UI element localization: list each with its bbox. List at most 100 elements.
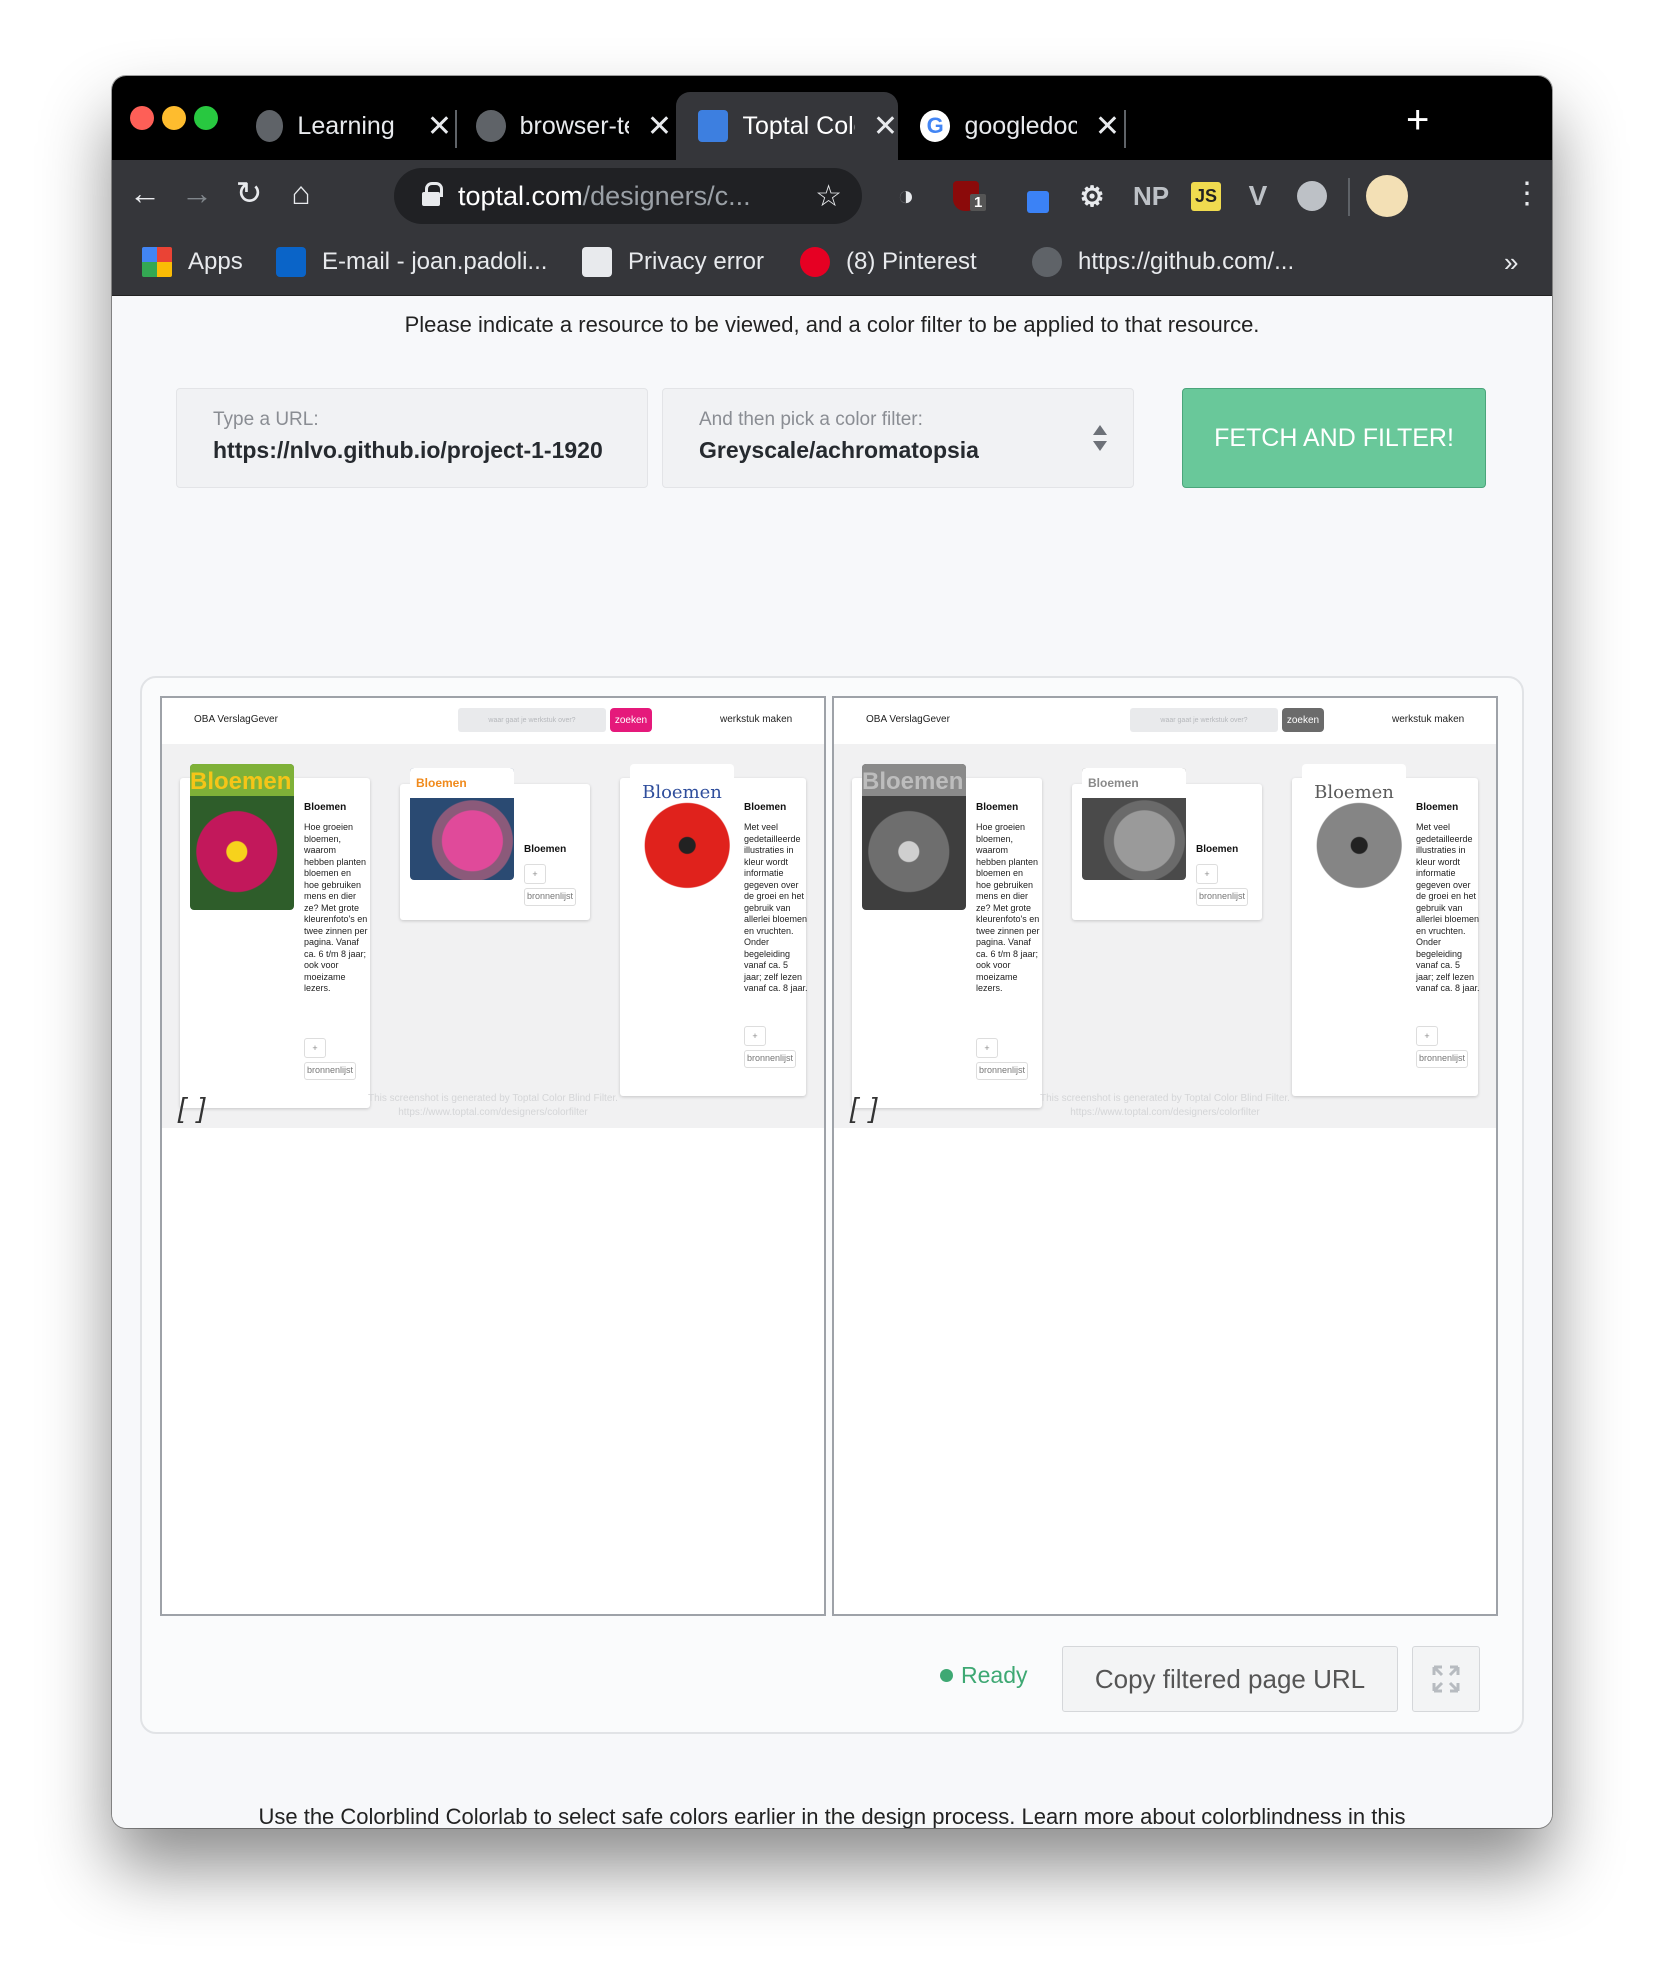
tab-title: Learning [297, 111, 395, 140]
close-tab-icon[interactable]: ✕ [427, 109, 452, 144]
preview-search-input[interactable]: waar gaat je werkstuk over? [1130, 708, 1278, 732]
add-source-button[interactable]: + [524, 864, 546, 884]
back-arrow-icon[interactable]: ← [122, 170, 168, 216]
outlook-icon [276, 247, 306, 277]
fetch-and-filter-button[interactable]: FETCH AND FILTER! [1182, 388, 1486, 488]
book-cover-image: Bloemen [190, 764, 294, 910]
close-tab-icon[interactable]: ✕ [647, 109, 672, 144]
watermark-line-2: https://www.toptal.com/designers/colorfi… [1070, 1107, 1260, 1118]
status-indicator: Ready [940, 1662, 1027, 1689]
toptal-icon [698, 110, 729, 142]
ublock-badge: 1 [970, 194, 987, 211]
np-extension-icon[interactable]: NP [1126, 176, 1176, 216]
apps-grid-icon [142, 247, 172, 277]
pinterest-icon [800, 247, 830, 277]
home-icon[interactable]: ⌂ [278, 170, 324, 216]
tab-divider [1124, 110, 1126, 148]
source-list-button[interactable]: bronnenlijst [744, 1050, 797, 1068]
bookmark-pinterest[interactable]: (8) Pinterest [800, 244, 977, 280]
github-icon [1032, 247, 1062, 277]
color-picker-extension-icon[interactable] [1012, 176, 1052, 216]
js-extension-icon[interactable]: JS [1186, 176, 1226, 216]
source-list-button[interactable]: bronnenlijst [1196, 888, 1249, 906]
bookmark-star-icon[interactable]: ☆ [815, 179, 842, 214]
source-list-button[interactable]: bronnenlijst [976, 1062, 1029, 1080]
profile-avatar[interactable] [1364, 175, 1410, 217]
watermark-line-1: This screenshot is generated by Toptal C… [1040, 1093, 1290, 1104]
browser-toolbar: ← → ↻ ⌂ toptal.com/designers/c... ☆ ◑ 1 … [112, 160, 1552, 232]
add-source-button[interactable]: + [744, 1026, 766, 1046]
book-title: Bloemen [744, 802, 787, 813]
bookmark-privacy-error[interactable]: Privacy error [582, 244, 764, 280]
preview-search-button[interactable]: zoeken [1282, 708, 1324, 732]
bookmark-apps[interactable]: Apps [142, 244, 243, 280]
vue-extension-icon[interactable]: V [1238, 176, 1278, 216]
minimize-window-button[interactable] [162, 106, 186, 130]
cover-title: Bloemen [1314, 782, 1394, 803]
watermark-line-2: https://www.toptal.com/designers/colorfi… [398, 1107, 588, 1118]
intro-text: Please indicate a resource to be viewed,… [404, 312, 1260, 337]
tab-title: Toptal Color B [742, 111, 854, 140]
book-cover-image: Bloemen [1082, 768, 1186, 880]
menu-kebab-icon[interactable]: ⋮ [1504, 170, 1550, 216]
ublock-extension-icon[interactable]: 1 [946, 176, 987, 216]
tab-strip: Learning ✕ browser-techn ✕ Toptal Color … [112, 76, 1552, 160]
status-dot-icon [940, 1669, 953, 1682]
url-field[interactable]: Type a URL: https://nlvo.github.io/proje… [176, 388, 648, 488]
filter-select[interactable]: And then pick a color filter: Greyscale/… [662, 388, 1134, 488]
book-title: Bloemen [524, 844, 567, 855]
add-source-button[interactable]: + [304, 1038, 326, 1058]
preview-brand: OBA VerslagGever [866, 714, 950, 725]
footer-text: Use the Colorblind Colorlab to select sa… [258, 1804, 1406, 1828]
js-badge: JS [1190, 181, 1222, 211]
address-bar[interactable]: toptal.com/designers/c... ☆ [394, 168, 862, 224]
copy-filtered-url-button[interactable]: Copy filtered page URL [1062, 1646, 1398, 1712]
preview-make-link[interactable]: werkstuk maken [1392, 714, 1464, 725]
fullscreen-button[interactable] [1412, 1646, 1480, 1712]
bookmark-github[interactable]: https://github.com/... [1032, 244, 1294, 280]
add-source-button[interactable]: + [976, 1038, 998, 1058]
preview-search-button[interactable]: zoeken [610, 708, 652, 732]
gear-extension-icon[interactable]: ⚙ [1072, 176, 1112, 216]
book-cover-image: Bloemen [630, 764, 734, 912]
toolbar-divider [1348, 178, 1350, 216]
add-source-button[interactable]: + [1196, 864, 1218, 884]
tab-learning[interactable]: Learning ✕ [234, 92, 452, 160]
bookmarks-overflow-chevron-icon[interactable]: » [1504, 244, 1518, 280]
source-list-button[interactable]: bronnenlijst [524, 888, 577, 906]
browser-window: Learning ✕ browser-techn ✕ Toptal Color … [112, 76, 1552, 1828]
tab-browser-tech[interactable]: browser-techn ✕ [454, 92, 672, 160]
preview-search-input[interactable]: waar gaat je werkstuk over? [458, 708, 606, 732]
close-tab-icon[interactable]: ✕ [1095, 109, 1120, 144]
link-extension-icon[interactable] [1292, 176, 1332, 216]
zoom-window-button[interactable] [194, 106, 218, 130]
bookmark-email[interactable]: E-mail - joan.padoli... [276, 244, 547, 280]
tab-title: googledocs - [964, 111, 1077, 140]
tab-googledocs[interactable]: G googledocs - ✕ [898, 92, 1120, 160]
book-title: Bloemen [976, 802, 1019, 813]
preview-make-link[interactable]: werkstuk maken [720, 714, 792, 725]
close-tab-icon[interactable]: ✕ [873, 109, 898, 144]
filter-select-value[interactable]: Greyscale/achromatopsia [699, 437, 979, 464]
contrast-extension-icon[interactable]: ◑ [886, 176, 926, 216]
book-title: Bloemen [1416, 802, 1459, 813]
reload-icon[interactable]: ↻ [226, 170, 272, 216]
page-content: Please indicate a resource to be viewed,… [112, 296, 1552, 1828]
new-tab-plus-icon[interactable]: + [1406, 98, 1429, 143]
screenshot-stage: Learning ✕ browser-techn ✕ Toptal Color … [0, 0, 1664, 1978]
close-window-button[interactable] [130, 106, 154, 130]
book-description: Met veel gedetailleerde illustraties in … [744, 822, 808, 993]
source-list-button[interactable]: bronnenlijst [1416, 1050, 1469, 1068]
filtered-preview-frame[interactable]: OBA VerslagGever waar gaat je werkstuk o… [832, 696, 1498, 1616]
source-list-button[interactable]: bronnenlijst [304, 1062, 357, 1080]
book-title: Bloemen [1196, 844, 1239, 855]
forward-arrow-icon[interactable]: → [174, 170, 220, 216]
tab-toptal-color-blind-filter[interactable]: Toptal Color B ✕ [676, 92, 898, 160]
google-icon: G [920, 110, 951, 142]
cover-title: Bloemen [1082, 768, 1186, 798]
original-preview-frame[interactable]: OBA VerslagGever waar gaat je werkstuk o… [160, 696, 826, 1616]
preview-header: OBA VerslagGever waar gaat je werkstuk o… [162, 698, 824, 744]
cover-title: Bloemen [862, 764, 966, 796]
add-source-button[interactable]: + [1416, 1026, 1438, 1046]
url-input[interactable]: https://nlvo.github.io/project-1-1920 [213, 437, 613, 464]
